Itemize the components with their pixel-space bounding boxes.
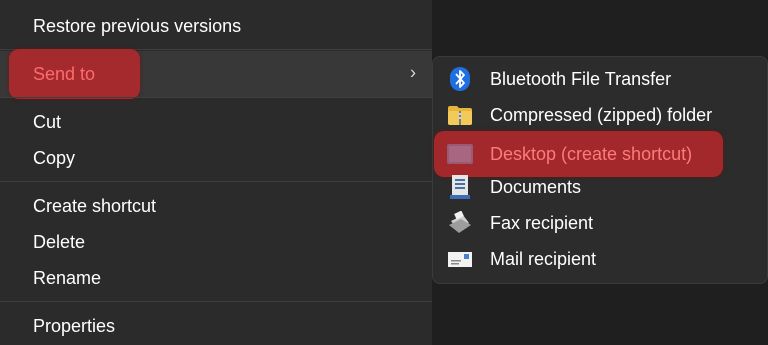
menu-item-delete[interactable]: Delete	[0, 224, 432, 260]
submenu-item-compressed-folder[interactable]: Compressed (zipped) folder	[433, 97, 768, 133]
mail-icon	[447, 246, 473, 272]
menu-item-rename[interactable]: Rename	[0, 260, 432, 296]
menu-item-properties[interactable]: Properties	[0, 308, 432, 344]
context-menu: Restore previous versions Send to › Cut …	[0, 0, 432, 345]
submenu-item-label: Compressed (zipped) folder	[490, 104, 713, 125]
menu-item-label: Send to	[33, 63, 96, 84]
submenu-item-bluetooth[interactable]: Bluetooth File Transfer	[433, 61, 768, 97]
send-to-submenu: Bluetooth File Transfer Compressed (zipp…	[432, 56, 768, 284]
submenu-item-label: Bluetooth File Transfer	[490, 68, 672, 89]
menu-item-label: Restore previous versions	[33, 15, 242, 36]
menu-item-label: Copy	[33, 147, 76, 168]
submenu-item-label: Documents	[490, 176, 582, 197]
menu-item-restore-previous-versions[interactable]: Restore previous versions	[0, 8, 432, 44]
desktop-icon	[447, 141, 473, 167]
submenu-item-documents[interactable]: Documents	[433, 169, 768, 205]
menu-item-label: Rename	[33, 267, 102, 288]
menu-item-cut[interactable]: Cut	[0, 104, 432, 140]
bluetooth-icon	[447, 66, 473, 92]
fax-icon	[447, 210, 473, 236]
submenu-item-fax-recipient[interactable]: Fax recipient	[433, 205, 768, 241]
menu-separator	[0, 181, 432, 182]
submenu-item-mail-recipient[interactable]: Mail recipient	[433, 241, 768, 277]
menu-item-label: Cut	[33, 111, 62, 132]
menu-item-copy[interactable]: Copy	[0, 140, 432, 176]
submenu-item-label: Mail recipient	[490, 248, 597, 269]
menu-separator	[0, 97, 432, 98]
submenu-item-desktop-shortcut[interactable]: Desktop (create shortcut)	[433, 136, 768, 172]
submenu-item-label: Desktop (create shortcut)	[490, 143, 693, 164]
menu-separator	[0, 301, 432, 302]
documents-icon	[447, 174, 473, 200]
zip-folder-icon	[447, 102, 473, 128]
menu-item-label: Delete	[33, 231, 86, 252]
menu-item-send-to[interactable]: Send to	[33, 51, 95, 97]
menu-item-label: Create shortcut	[33, 195, 157, 216]
submenu-item-label: Fax recipient	[490, 212, 594, 233]
menu-item-label: Properties	[33, 315, 116, 336]
menu-item-create-shortcut[interactable]: Create shortcut	[0, 188, 432, 224]
screen: Restore previous versions Send to › Cut …	[0, 0, 768, 345]
